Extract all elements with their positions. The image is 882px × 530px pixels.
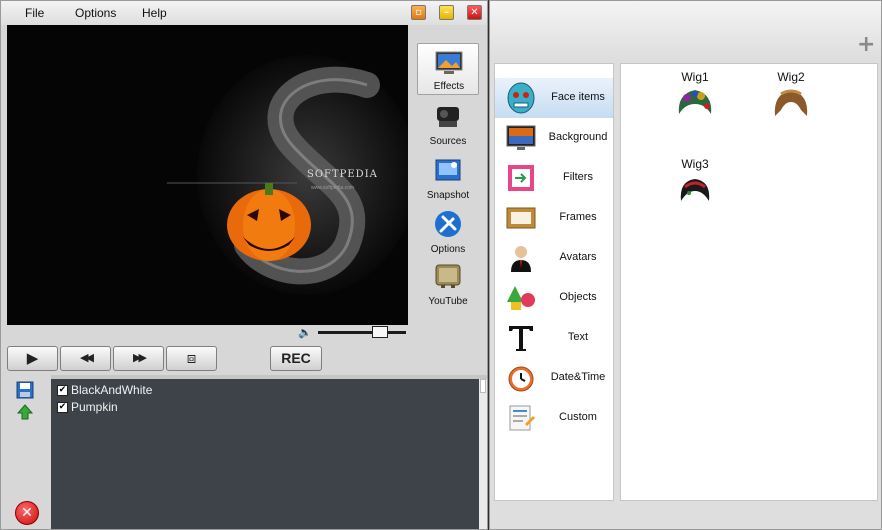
- effects-list-scrollbar[interactable]: [479, 379, 487, 529]
- category-face-items[interactable]: Face items: [495, 78, 613, 118]
- tool-sources[interactable]: Sources: [417, 97, 479, 149]
- objects-icon: [507, 286, 535, 310]
- youtube-icon: [435, 264, 461, 288]
- category-filters[interactable]: Filters: [495, 158, 613, 198]
- items-header: +: [490, 1, 881, 61]
- category-custom[interactable]: Custom: [495, 398, 613, 438]
- rewind-button[interactable]: ◀◀: [60, 346, 111, 371]
- items-window: + Face items Background Filters Frames A…: [489, 0, 882, 530]
- play-button[interactable]: ▶: [7, 346, 58, 371]
- pumpkin-icon: [227, 183, 311, 261]
- restore-button[interactable]: ▫: [411, 5, 426, 20]
- wig-icon: [774, 89, 808, 116]
- background-icon: [506, 125, 536, 150]
- category-label: Avatars: [559, 251, 597, 263]
- gallery-item-label: Wig1: [681, 70, 709, 84]
- alarm-clock-icon: [508, 366, 534, 392]
- gallery-item-wig2[interactable]: Wig2: [761, 68, 821, 128]
- category-list: Face items Background Filters Frames Ava…: [494, 63, 614, 501]
- wig-icon: [678, 90, 712, 114]
- gallery-item-wig3[interactable]: Wig3: [665, 155, 725, 215]
- tool-snapshot[interactable]: Snapshot: [417, 151, 479, 203]
- menu-options[interactable]: Options: [75, 6, 116, 20]
- category-label: Filters: [563, 171, 593, 183]
- preview-brand-text: SOFTPEDIA: [307, 169, 378, 180]
- category-text[interactable]: Text: [495, 318, 613, 358]
- category-label: Text: [567, 331, 589, 343]
- category-avatars[interactable]: Avatars: [495, 238, 613, 278]
- close-button[interactable]: ✕: [467, 5, 482, 20]
- effects-list: ✔ BlackAndWhite ✔ Pumpkin: [51, 379, 479, 529]
- text-icon: [509, 326, 533, 351]
- tool-effects[interactable]: Effects: [417, 43, 479, 95]
- effect-checkbox[interactable]: ✔: [57, 402, 68, 413]
- tool-youtube-label: YouTube: [428, 296, 468, 307]
- frame-icon: [506, 207, 536, 229]
- category-label: Objects: [559, 291, 597, 303]
- volume-slider-track[interactable]: [318, 331, 406, 334]
- filters-icon: [508, 165, 534, 191]
- category-label: Custom: [559, 411, 597, 423]
- preview-brand-url: www.softpedia.com: [311, 185, 355, 191]
- volume-slider-thumb[interactable]: [372, 326, 388, 338]
- main-window: File Options Help ▫ – ✕ SOFTPEDIA www.so…: [0, 0, 488, 530]
- snapshot-icon: [435, 159, 461, 181]
- category-label: Background: [548, 131, 608, 143]
- face-mask-icon: [507, 82, 535, 114]
- gallery-item-label: Wig2: [777, 70, 805, 84]
- tool-options-label: Options: [430, 244, 466, 255]
- record-button[interactable]: REC: [270, 346, 322, 371]
- scrollbar-thumb[interactable]: [480, 379, 486, 393]
- category-background[interactable]: Background: [495, 118, 613, 158]
- effect-label: Pumpkin: [71, 400, 118, 414]
- video-preview: SOFTPEDIA www.softpedia.com: [7, 25, 408, 325]
- save-icon[interactable]: [16, 381, 34, 399]
- tool-snapshot-label: Snapshot: [426, 190, 470, 201]
- category-datetime[interactable]: Date&Time: [495, 358, 613, 398]
- menu-file[interactable]: File: [25, 6, 44, 20]
- category-frames[interactable]: Frames: [495, 198, 613, 238]
- effects-icon: [435, 51, 463, 74]
- items-gallery: Wig1 Wig2 Wig3: [620, 63, 878, 501]
- tool-sources-label: Sources: [429, 136, 467, 147]
- gallery-item-wig1[interactable]: Wig1: [665, 68, 725, 128]
- custom-document-icon: [509, 405, 535, 431]
- app-root: File Options Help ▫ – ✕ SOFTPEDIA www.so…: [0, 0, 882, 530]
- tool-effects-label: Effects: [433, 81, 465, 92]
- menu-help[interactable]: Help: [142, 6, 167, 20]
- effects-panel: ✔ BlackAndWhite ✔ Pumpkin: [1, 375, 487, 529]
- wig-icon: [680, 179, 710, 201]
- category-label: Date&Time: [550, 371, 606, 383]
- side-toolbar: Effects Sources Snapshot Options YouTube: [415, 39, 481, 309]
- category-label: Frames: [559, 211, 597, 223]
- speaker-icon: 🔈: [298, 327, 312, 339]
- upload-icon[interactable]: [16, 403, 34, 421]
- effect-checkbox[interactable]: ✔: [57, 385, 68, 396]
- category-objects[interactable]: Objects: [495, 278, 613, 318]
- sources-icon: [437, 107, 459, 127]
- avatar-icon: [511, 246, 531, 272]
- menu-bar: File Options Help ▫ – ✕: [1, 1, 487, 25]
- forward-button[interactable]: ▶▶: [113, 346, 164, 371]
- options-icon: [435, 211, 461, 237]
- tool-options[interactable]: Options: [417, 205, 479, 257]
- add-item-button[interactable]: +: [857, 34, 875, 56]
- effect-label: BlackAndWhite: [71, 383, 153, 397]
- minimize-button[interactable]: –: [439, 5, 454, 20]
- tool-youtube[interactable]: YouTube: [417, 257, 479, 309]
- snapshot-button[interactable]: ⧈: [166, 346, 217, 371]
- volume-control: 🔈: [296, 325, 408, 339]
- gallery-item-label: Wig3: [681, 157, 709, 171]
- delete-effect-button[interactable]: ✕: [15, 501, 39, 525]
- category-label: Face items: [551, 91, 605, 103]
